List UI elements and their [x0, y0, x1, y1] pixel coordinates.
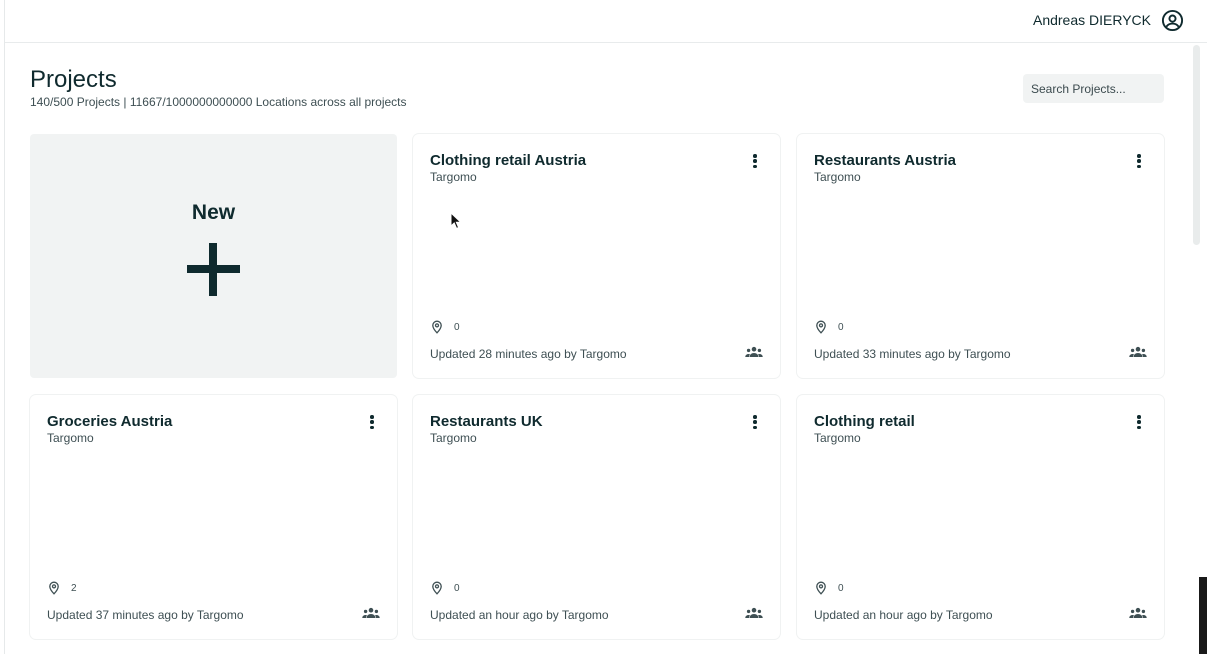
- location-count-value: 0: [838, 582, 844, 594]
- project-title: Restaurants UK: [430, 413, 543, 430]
- project-card[interactable]: Groceries Austria Targomo 2 Updated 37 m…: [30, 395, 397, 639]
- account-circle-icon[interactable]: [1161, 9, 1184, 32]
- page-title: Projects: [30, 66, 117, 93]
- new-project-label: New: [191, 201, 236, 224]
- window-edge: [1199, 577, 1207, 654]
- project-card[interactable]: Clothing retail Targomo 0 Updated an hou…: [797, 395, 1164, 639]
- location-count-value: 0: [838, 321, 844, 333]
- project-owner: Targomo: [814, 431, 861, 445]
- project-updated: Updated an hour ago by Targomo: [814, 608, 993, 622]
- project-owner: Targomo: [47, 431, 94, 445]
- group-icon: [1129, 607, 1147, 618]
- project-title: Clothing retail: [814, 413, 915, 430]
- new-project-card[interactable]: New: [30, 134, 397, 378]
- project-updated: Updated 33 minutes ago by Targomo: [814, 347, 1011, 361]
- map-pin-icon: [816, 320, 826, 334]
- app-window: Andreas DIERYCK Projects 140/500 Project…: [4, 0, 1207, 654]
- project-title: Groceries Austria: [47, 413, 173, 430]
- project-owner: Targomo: [430, 170, 477, 184]
- location-count: 0: [430, 581, 460, 595]
- more-vert-icon[interactable]: [748, 413, 762, 431]
- location-count: 2: [47, 581, 77, 595]
- group-icon: [1129, 346, 1147, 357]
- project-card[interactable]: Restaurants Austria Targomo 0 Updated 33…: [797, 134, 1164, 378]
- project-card[interactable]: Clothing retail Austria Targomo 0 Update…: [413, 134, 780, 378]
- map-pin-icon: [816, 581, 826, 595]
- group-icon: [745, 607, 763, 618]
- project-title: Clothing retail Austria: [430, 152, 587, 169]
- more-vert-icon[interactable]: [748, 152, 762, 170]
- location-count: 0: [814, 581, 844, 595]
- user-menu[interactable]: Andreas DIERYCK: [1033, 8, 1184, 32]
- location-count: 0: [430, 320, 460, 334]
- map-pin-icon: [49, 581, 59, 595]
- map-pin-icon: [432, 320, 442, 334]
- project-title: Restaurants Austria: [814, 152, 956, 169]
- plus-icon: [187, 243, 240, 296]
- user-name: Andreas DIERYCK: [1032, 12, 1151, 28]
- location-count-value: 2: [71, 582, 77, 594]
- project-owner: Targomo: [814, 170, 861, 184]
- more-vert-icon[interactable]: [1132, 152, 1146, 170]
- vertical-scrollbar[interactable]: [1193, 45, 1200, 245]
- map-pin-icon: [432, 581, 442, 595]
- top-bar: Andreas DIERYCK: [5, 0, 1207, 43]
- project-card[interactable]: Restaurants UK Targomo 0 Updated an hour…: [413, 395, 780, 639]
- more-vert-icon[interactable]: [1132, 413, 1146, 431]
- mouse-cursor-icon: [450, 212, 462, 230]
- group-icon: [745, 346, 763, 357]
- search-projects-input[interactable]: [1023, 74, 1164, 103]
- location-count-value: 0: [454, 321, 460, 333]
- projects-summary: 140/500 Projects | 11667/1000000000000 L…: [30, 95, 407, 109]
- group-icon: [362, 607, 380, 618]
- project-updated: Updated 28 minutes ago by Targomo: [430, 347, 627, 361]
- project-updated: Updated 37 minutes ago by Targomo: [47, 608, 244, 622]
- project-updated: Updated an hour ago by Targomo: [430, 608, 609, 622]
- location-count: 0: [814, 320, 844, 334]
- location-count-value: 0: [454, 582, 460, 594]
- project-owner: Targomo: [430, 431, 477, 445]
- more-vert-icon[interactable]: [365, 413, 379, 431]
